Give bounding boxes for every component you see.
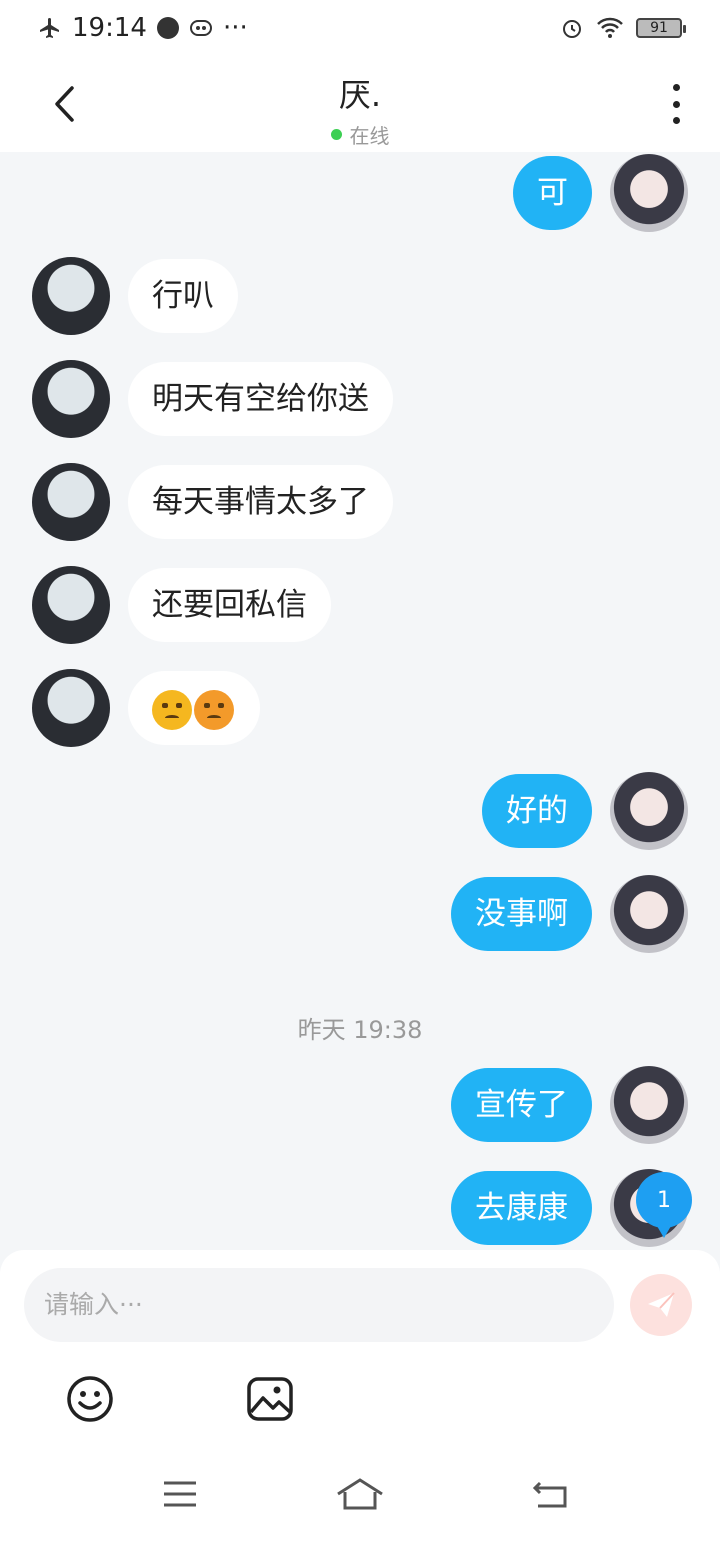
avatar[interactable] — [610, 875, 688, 953]
message-bubble[interactable]: 好的 — [482, 774, 592, 848]
image-icon — [247, 1377, 293, 1421]
avatar[interactable] — [610, 1066, 688, 1144]
message-row: 每天事情太多了 — [0, 463, 720, 543]
message-row: 好的 — [0, 772, 720, 852]
avatar[interactable] — [32, 566, 110, 644]
message-row: 行叭 — [0, 257, 720, 337]
message-row: 没事啊 — [0, 875, 720, 955]
system-navigation-bar — [0, 1444, 720, 1544]
menu-icon — [164, 1481, 196, 1507]
avatar[interactable] — [32, 257, 110, 335]
more-options-button[interactable] — [666, 84, 686, 124]
status-time: 19:14 — [72, 13, 147, 43]
online-status-text: 在线 — [349, 124, 390, 148]
message-bubble[interactable]: 宣传了 — [451, 1068, 592, 1142]
online-dot-icon — [330, 129, 342, 140]
home-icon — [337, 1478, 383, 1510]
avatar[interactable] — [32, 669, 110, 747]
message-row — [0, 669, 720, 749]
message-row: 可 — [0, 154, 720, 234]
message-row: 宣传了 — [0, 1066, 720, 1146]
wifi-icon — [597, 17, 623, 38]
battery-icon: 91 — [636, 18, 686, 38]
online-status: 在线 — [0, 120, 720, 149]
app-notification-icon — [189, 20, 212, 36]
avatar[interactable] — [610, 772, 688, 850]
avatar[interactable] — [610, 154, 688, 232]
message-bubble[interactable] — [128, 671, 260, 745]
smiley-icon — [67, 1376, 113, 1422]
chat-header: 厌. 在线 — [0, 56, 720, 152]
contact-name: 厌. — [338, 76, 382, 114]
persevering-face-icon — [152, 689, 192, 730]
message-bubble[interactable]: 行叭 — [128, 259, 238, 333]
menu-button[interactable] — [160, 1474, 200, 1514]
message-row: 去康康 — [0, 1169, 720, 1249]
home-button[interactable] — [335, 1474, 385, 1514]
return-icon — [532, 1481, 567, 1508]
input-panel: 请输入··· — [0, 1250, 720, 1544]
image-button[interactable] — [245, 1374, 295, 1424]
message-bubble[interactable]: 去康康 — [451, 1171, 592, 1245]
message-bubble[interactable]: 还要回私信 — [128, 568, 331, 642]
more-notifications-icon: ··· — [222, 13, 248, 43]
status-bar: 19:14 ··· 91 — [0, 0, 720, 56]
worried-face-icon — [194, 689, 234, 730]
send-button[interactable] — [630, 1274, 692, 1336]
unread-badge[interactable]: 1 — [636, 1172, 692, 1238]
notification-icon — [156, 17, 179, 39]
message-bubble[interactable]: 每天事情太多了 — [128, 465, 393, 539]
message-bubble[interactable]: 可 — [513, 156, 592, 230]
back-nav-button[interactable] — [530, 1474, 570, 1514]
message-bubble[interactable]: 没事啊 — [451, 877, 592, 951]
avatar[interactable] — [32, 360, 110, 438]
message-input[interactable]: 请输入··· — [24, 1268, 614, 1342]
emoji-button[interactable] — [65, 1374, 115, 1424]
avatar[interactable] — [32, 463, 110, 541]
message-row: 明天有空给你送 — [0, 360, 720, 440]
message-row: 还要回私信 — [0, 566, 720, 646]
send-icon — [648, 1292, 675, 1317]
message-bubble[interactable]: 明天有空给你送 — [128, 362, 393, 436]
timestamp: 昨天 19:38 — [297, 1016, 423, 1044]
alarm-icon — [563, 20, 581, 38]
airplane-icon — [40, 18, 59, 38]
